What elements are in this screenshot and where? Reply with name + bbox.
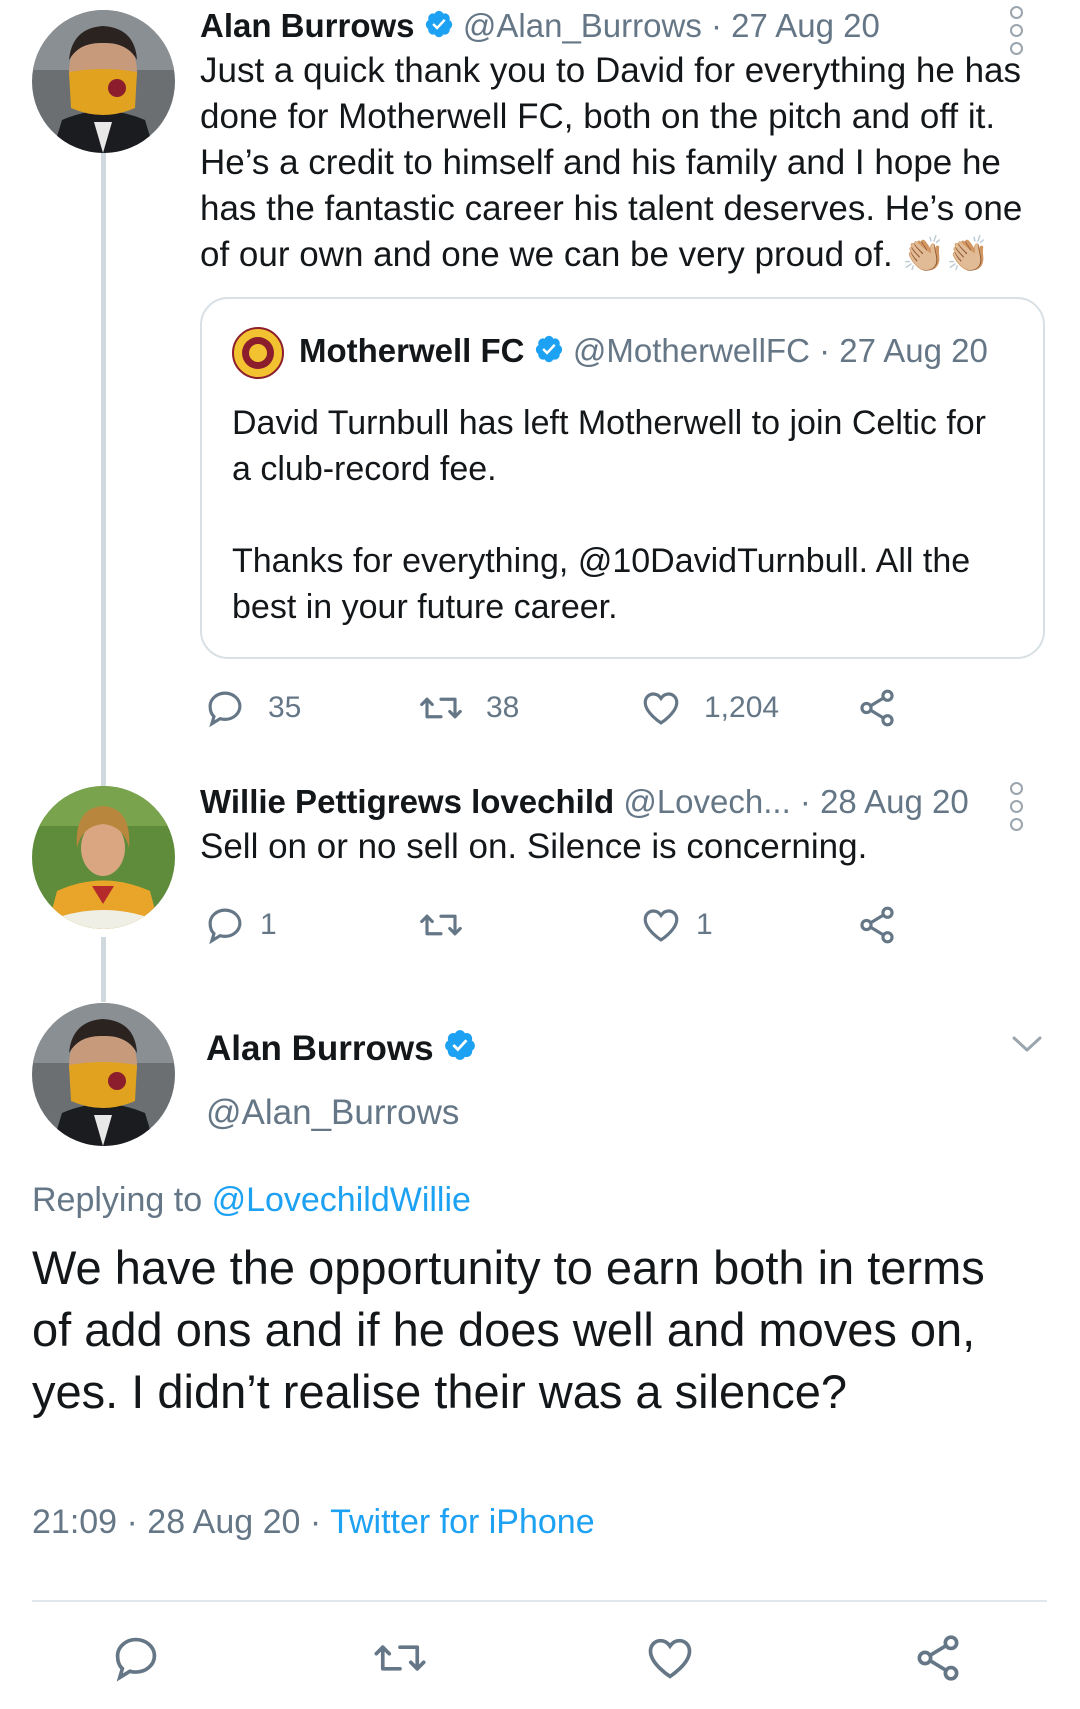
heart-icon [640, 904, 682, 946]
thread-line-2 [101, 937, 106, 1002]
quote-date[interactable]: · 27 Aug 20 [819, 332, 988, 369]
reply-icon [204, 904, 246, 946]
replying-to-label: Replying to [32, 1181, 203, 1219]
quote-handle[interactable]: @MotherwellFC [573, 332, 810, 369]
quote-text-1: David Turnbull has left Motherwell to jo… [232, 404, 986, 488]
reply-button[interactable]: 35 [204, 687, 301, 729]
retweet-icon [372, 1632, 428, 1684]
reply-icon [110, 1632, 162, 1684]
main-tweet-author: Alan Burrows [206, 1026, 477, 1074]
reply-button[interactable]: 1 [204, 904, 277, 946]
main-tweet-source[interactable]: Twitter for iPhone [330, 1503, 595, 1541]
divider [32, 1600, 1047, 1602]
avatar-alan-burrows[interactable] [32, 1003, 175, 1146]
share-icon [856, 904, 898, 946]
quote-header: Motherwell FC @MotherwellFC · 27 Aug 20 [299, 329, 988, 375]
retweet-button[interactable] [418, 904, 464, 946]
heart-icon [644, 1632, 696, 1684]
tweet2-text: Sell on or no sell on. Silence is concer… [200, 827, 868, 866]
share-icon [912, 1632, 964, 1684]
like-button[interactable]: 1,204 [640, 687, 779, 729]
tweet1-author-name[interactable]: Alan Burrows [200, 7, 415, 44]
verified-badge-icon [424, 6, 454, 50]
verified-badge-icon [443, 1028, 477, 1074]
like-count: 1,204 [704, 691, 780, 724]
like-count: 1 [696, 908, 713, 941]
main-tweet-meta: 21:09 · 28 Aug 20 · Twitter for iPhone [32, 1499, 595, 1545]
reply-count: 1 [260, 908, 277, 941]
share-button[interactable] [856, 904, 898, 946]
quote-text-2: Thanks for everything, @10DavidTurnbull.… [232, 542, 971, 626]
avatar-alan-burrows[interactable] [32, 10, 175, 153]
share-icon [856, 687, 898, 729]
main-tweet-author-name[interactable]: Alan Burrows [206, 1029, 434, 1068]
like-button[interactable]: 1 [640, 904, 713, 946]
main-tweet-time: 21:09 · 28 Aug 20 · [32, 1503, 322, 1541]
share-button[interactable] [856, 687, 898, 729]
like-button[interactable] [644, 1632, 696, 1684]
heart-icon [640, 687, 682, 729]
reply-icon [204, 687, 246, 729]
tweet2-header: Willie Pettigrews lovechild @Lovech... ·… [200, 780, 969, 824]
retweet-button[interactable]: 38 [418, 687, 519, 729]
retweet-button[interactable] [372, 1632, 428, 1684]
tweet2-author-name[interactable]: Willie Pettigrews lovechild [200, 783, 614, 820]
chevron-down-icon[interactable] [1010, 1032, 1044, 1061]
tweet2-handle[interactable]: @Lovech... [623, 783, 790, 820]
avatar-willie-pettigrews-lovechild[interactable] [32, 786, 175, 929]
motherwell-fc-logo [232, 327, 284, 379]
reply-button[interactable] [110, 1632, 162, 1684]
tweet1-header: Alan Burrows @Alan_Burrows · 27 Aug 20 [200, 4, 880, 48]
replying-to-line: Replying to @LovechildWillie [32, 1177, 471, 1223]
tweet1-handle[interactable]: @Alan_Burrows [463, 7, 702, 44]
quote-author-name[interactable]: Motherwell FC [299, 332, 525, 369]
verified-badge-icon [534, 331, 564, 375]
tweet2-date[interactable]: · 28 Aug 20 [800, 783, 969, 820]
quoted-tweet-card[interactable]: Motherwell FC @MotherwellFC · 27 Aug 20 … [200, 297, 1045, 659]
retweet-icon [418, 904, 464, 946]
tweet1-text: Just a quick thank you to David for ever… [200, 51, 1023, 274]
reply-count: 35 [268, 691, 302, 724]
retweet-count: 38 [486, 691, 520, 724]
main-tweet-text: We have the opportunity to earn both in … [32, 1241, 985, 1418]
retweet-icon [418, 687, 464, 729]
main-tweet-handle[interactable]: @Alan_Burrows [206, 1090, 459, 1136]
thread-line-1 [101, 152, 106, 787]
tweet1-date[interactable]: · 27 Aug 20 [711, 7, 880, 44]
replying-to-link[interactable]: @LovechildWillie [212, 1181, 471, 1219]
share-button[interactable] [912, 1632, 964, 1684]
